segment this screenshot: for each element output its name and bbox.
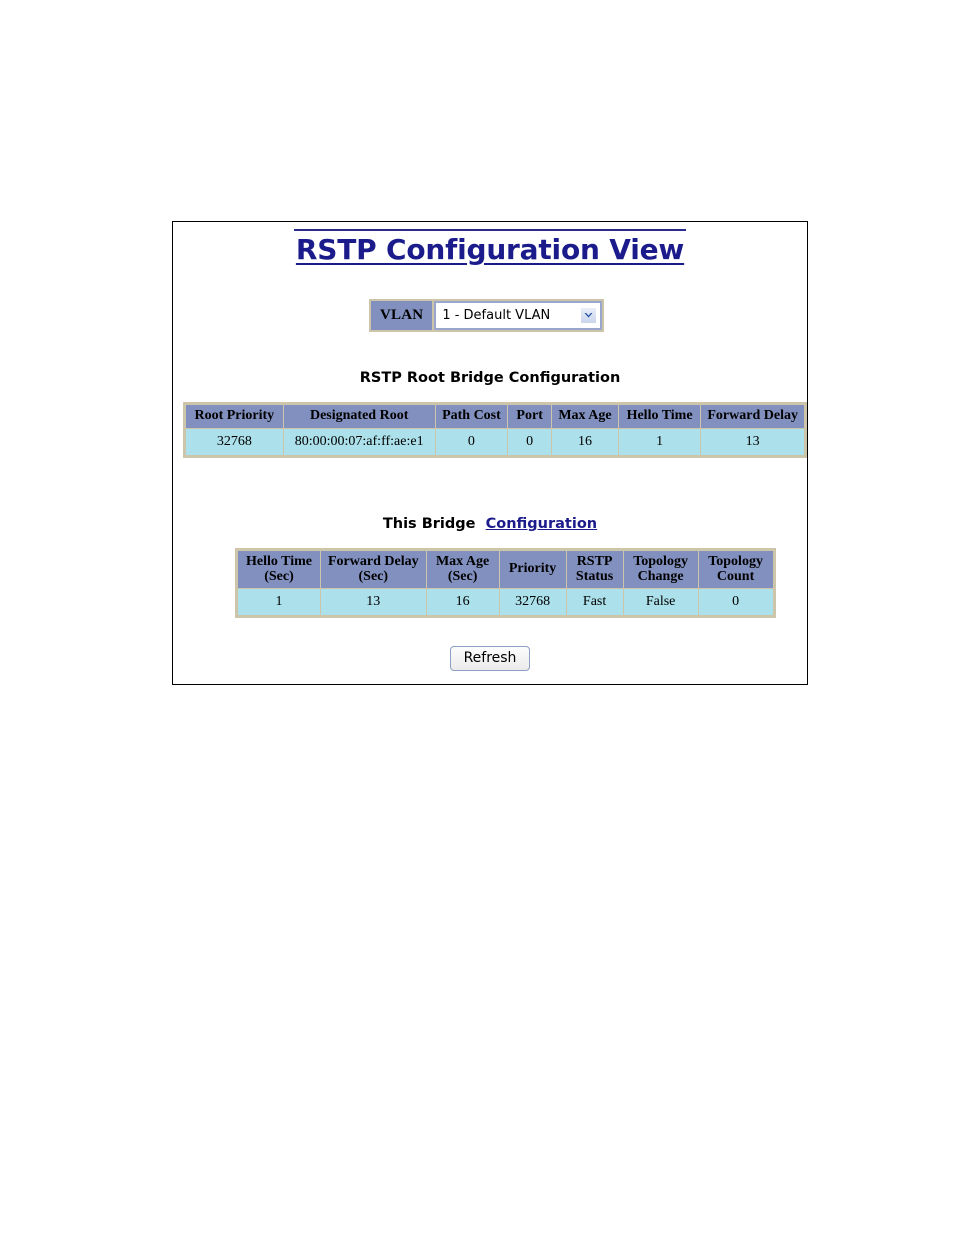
title-top-rule [294,229,686,231]
header-line-1: RSTP [576,554,613,569]
header-line-2: Status [575,568,614,584]
header-line-1: Hello Time [246,554,312,569]
header-line-1: Forward Delay [328,554,419,569]
cell-max-age: 16 [425,588,500,618]
cell-hello-time: 1 [236,588,321,618]
chevron-down-icon[interactable] [580,307,598,324]
column-header-designated-root: Designated Root [282,403,436,429]
page-title: RSTP Configuration View [295,233,685,266]
root-bridge-table: Root Priority Designated Root Path Cost … [183,402,807,458]
table-row: 1 13 16 32768 Fast False 0 [236,588,775,618]
column-header-max-age: Max Age (Sec) [425,548,500,590]
root-bridge-caption: RSTP Root Bridge Configuration [359,370,621,386]
column-header-forward-delay: Forward Delay [700,403,806,429]
cell-priority: 32768 [498,588,567,618]
refresh-button[interactable]: Refresh [449,646,531,672]
column-header-max-age: Max Age [551,403,619,429]
cell-max-age: 16 [551,427,619,457]
cell-path-cost: 0 [434,427,509,457]
cell-rstp-status: Fast [565,588,624,618]
column-header-path-cost: Path Cost [434,403,509,429]
header-line-2: (Sec) [264,568,294,584]
column-header-port: Port [507,403,553,429]
column-header-priority: Priority [498,548,567,590]
cell-topology-count: 0 [697,588,775,618]
header-line-1: Priority [508,561,557,577]
header-line-1: Topology [708,554,763,569]
this-bridge-table: Hello Time (Sec) Forward Delay (Sec) Max… [235,548,776,619]
header-line-1: Topology [633,554,688,569]
column-header-hello-time: Hello Time (Sec) [236,548,321,590]
header-line-2: Count [716,568,755,584]
cell-topology-change: False [622,588,699,618]
vlan-selector[interactable]: VLAN 1 - Default VLAN [369,299,605,332]
column-header-hello-time: Hello Time [617,403,702,429]
header-line-2: Change [637,568,684,584]
rstp-configuration-panel: RSTP Configuration View VLAN 1 - Default… [172,221,808,685]
this-bridge-configuration-link[interactable]: Configuration [486,516,598,532]
page-title-area: RSTP Configuration View [173,229,807,268]
vlan-select-value: 1 - Default VLAN [442,308,551,323]
header-line-2: (Sec) [447,568,478,584]
cell-forward-delay: 13 [700,427,806,457]
column-header-forward-delay: Forward Delay (Sec) [320,548,427,590]
this-bridge-caption-static: This Bridge [382,516,476,532]
vlan-label: VLAN [371,301,433,330]
table-row: 32768 80:00:00:07:af:ff:ae:e1 0 0 16 1 1… [184,427,806,457]
cell-forward-delay: 13 [320,588,427,618]
column-header-rstp-status: RSTP Status [565,548,624,590]
column-header-topology-count: Topology Count [697,548,775,590]
column-header-topology-change: Topology Change [622,548,699,590]
cell-root-priority: 32768 [184,427,284,457]
this-bridge-caption: This Bridge Configuration [173,516,807,532]
cell-designated-root: 80:00:00:07:af:ff:ae:e1 [282,427,436,457]
vlan-select[interactable]: 1 - Default VLAN [434,301,603,330]
table-header-row: Hello Time (Sec) Forward Delay (Sec) Max… [236,548,775,590]
cell-port: 0 [507,427,553,457]
table-header-row: Root Priority Designated Root Path Cost … [184,403,806,429]
header-line-2: (Sec) [358,568,389,584]
column-header-root-priority: Root Priority [184,403,284,429]
header-line-1: Max Age [435,554,490,569]
cell-hello-time: 1 [617,427,702,457]
refresh-button-area: Refresh [173,646,807,672]
